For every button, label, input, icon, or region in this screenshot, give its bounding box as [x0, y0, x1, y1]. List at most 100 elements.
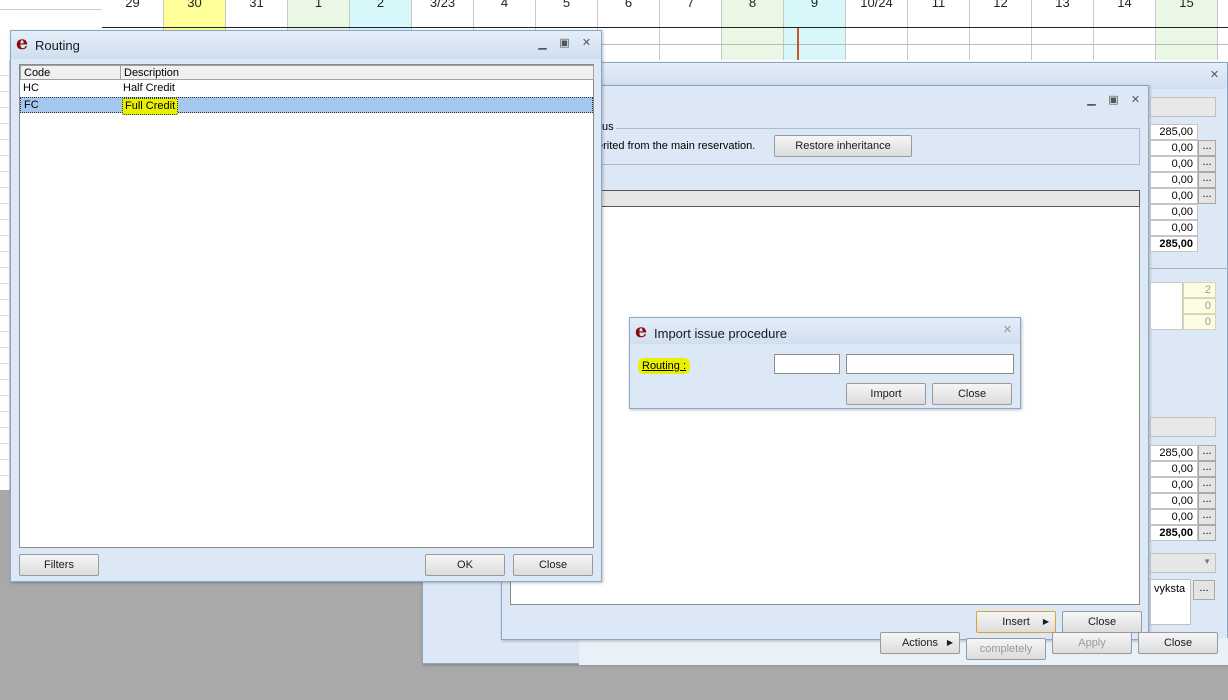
- amount-cell[interactable]: 0,00: [1150, 140, 1198, 156]
- list-item-selected[interactable]: FC Full Credit: [20, 97, 593, 115]
- calendar-day-label: 7: [686, 0, 695, 10]
- filters-button[interactable]: Filters: [19, 554, 99, 576]
- ellipsis-button[interactable]: ...: [1198, 477, 1216, 493]
- minimize-icon[interactable]: ▁: [536, 38, 549, 51]
- maximize-icon[interactable]: ▣: [1107, 94, 1120, 107]
- import-dialog-titlebar: e Import issue procedure ✕: [630, 318, 1020, 344]
- field-strip: [1150, 97, 1216, 117]
- amount-cell[interactable]: 0,00: [1150, 204, 1198, 220]
- ellipsis-button[interactable]: ...: [1198, 188, 1216, 204]
- import-button[interactable]: Import: [846, 383, 926, 405]
- routing-code-input[interactable]: [774, 354, 840, 374]
- routing-label[interactable]: Routing :: [638, 358, 691, 374]
- calendar-day-column[interactable]: 10/24: [846, 0, 908, 60]
- count-cell: 0: [1183, 298, 1216, 314]
- ellipsis-button[interactable]: ...: [1198, 493, 1216, 509]
- count-cell: 2: [1183, 282, 1216, 298]
- restore-inheritance-button[interactable]: Restore inheritance: [774, 135, 912, 157]
- calendar-day-column[interactable]: 11: [908, 0, 970, 60]
- notes-field[interactable]: vyksta: [1150, 579, 1191, 625]
- ellipsis-button[interactable]: ...: [1198, 445, 1216, 461]
- calendar-day-column[interactable]: 12: [970, 0, 1032, 60]
- amount-cell[interactable]: 285,00: [1150, 124, 1198, 140]
- calendar-day-label: 11: [931, 0, 946, 10]
- calendar-day-label: 4: [500, 0, 509, 10]
- calendar-day-label: 12: [993, 0, 1008, 10]
- column-header-description[interactable]: Description: [120, 65, 594, 80]
- amount-cell[interactable]: 285,00: [1150, 236, 1198, 252]
- calendar-day-label: 1: [314, 0, 323, 10]
- calendar-day-column[interactable]: 15: [1156, 0, 1218, 60]
- amount-cell[interactable]: 285,00: [1150, 525, 1198, 541]
- amount-cell[interactable]: 0,00: [1150, 220, 1198, 236]
- routing-window-title: Routing: [35, 38, 80, 53]
- calendar-day-column[interactable]: 14: [1094, 0, 1156, 60]
- row-description: Full Credit: [122, 98, 179, 115]
- amount-cell[interactable]: 0,00: [1150, 188, 1198, 204]
- calendar-day-column[interactable]: 7: [660, 0, 722, 60]
- routing-close-button[interactable]: Close: [513, 554, 593, 576]
- amount-cell[interactable]: 0,00: [1150, 461, 1198, 477]
- insert-button[interactable]: Insert ▶: [976, 611, 1056, 633]
- dropdown[interactable]: ▼: [1150, 553, 1216, 573]
- current-time-marker: [797, 28, 799, 60]
- calendar-row-separator: [102, 27, 1228, 28]
- import-close-button[interactable]: Close: [932, 383, 1012, 405]
- amount-cell[interactable]: 0,00: [1150, 156, 1198, 172]
- amount-cell[interactable]: 0,00: [1150, 493, 1198, 509]
- row-description: Half Credit: [123, 82, 175, 94]
- apply-button[interactable]: Apply: [1052, 632, 1132, 654]
- close-icon[interactable]: ✕: [1001, 324, 1014, 337]
- minimize-icon[interactable]: ▁: [1085, 94, 1098, 107]
- calendar-day-label: 29: [125, 0, 140, 10]
- count-cell: 0: [1183, 314, 1216, 330]
- ellipsis-button[interactable]: ...: [1198, 156, 1216, 172]
- actions-button[interactable]: Actions ▶: [880, 632, 960, 654]
- calendar-day-label: 14: [1117, 0, 1132, 10]
- app-logo-icon: e: [635, 320, 648, 342]
- back-close-button[interactable]: Close: [1138, 632, 1218, 654]
- calendar-day-label: 6: [624, 0, 633, 10]
- ellipsis-button[interactable]: ...: [1198, 525, 1216, 541]
- chevron-down-icon: ▼: [1203, 557, 1211, 566]
- calendar-day-column[interactable]: 6: [598, 0, 660, 60]
- import-dialog: e Import issue procedure ✕ Routing : Imp…: [629, 317, 1021, 409]
- close-icon[interactable]: ✕: [580, 37, 593, 50]
- amount-cell[interactable]: 0,00: [1150, 477, 1198, 493]
- amount-cell[interactable]: 0,00: [1150, 509, 1198, 525]
- ellipsis-button[interactable]: ...: [1198, 140, 1216, 156]
- maximize-icon[interactable]: ▣: [558, 37, 571, 50]
- close-icon[interactable]: ✕: [1208, 69, 1221, 82]
- routing-list: Code Description HC Half Credit FC Full …: [19, 64, 594, 548]
- column-header-code[interactable]: Code: [20, 65, 121, 80]
- app-logo-icon: e: [16, 32, 29, 54]
- row-code: FC: [24, 99, 39, 111]
- ok-button[interactable]: OK: [425, 554, 505, 576]
- close-icon[interactable]: ✕: [1129, 94, 1142, 107]
- import-dialog-title: Import issue procedure: [654, 326, 787, 341]
- amount-cell[interactable]: 0,00: [1150, 172, 1198, 188]
- calendar-day-column[interactable]: 9: [784, 0, 846, 60]
- calendar-day-column[interactable]: 8: [722, 0, 784, 60]
- actions-button-label: Actions: [901, 637, 939, 649]
- list-item[interactable]: HC Half Credit: [20, 81, 593, 97]
- routing-description-input[interactable]: [846, 354, 1014, 374]
- sub-window-close-button[interactable]: Close: [1062, 611, 1142, 633]
- complete-button[interactable]: completely: [966, 638, 1046, 660]
- calendar-day-label: 3/23: [429, 0, 456, 10]
- inheritance-text: erited from the main reservation.: [597, 140, 756, 152]
- ellipsis-button[interactable]: ...: [1198, 172, 1216, 188]
- notes-ellipsis-button[interactable]: ...: [1193, 580, 1215, 600]
- calendar-day-label: 2: [376, 0, 385, 10]
- divider: [1150, 268, 1228, 269]
- ellipsis-button[interactable]: ...: [1198, 509, 1216, 525]
- routing-window-titlebar: e Routing ▁ ▣ ✕: [11, 31, 601, 59]
- calendar-day-label: 8: [748, 0, 757, 10]
- calendar-day-label: 5: [562, 0, 571, 10]
- ellipsis-button[interactable]: ...: [1198, 461, 1216, 477]
- calendar-day-column[interactable]: 13: [1032, 0, 1094, 60]
- amount-cell[interactable]: 285,00: [1150, 445, 1198, 461]
- inheritance-group-label: us: [600, 121, 616, 133]
- calendar-day-label: 9: [810, 0, 819, 10]
- calendar-left-line: [0, 9, 102, 10]
